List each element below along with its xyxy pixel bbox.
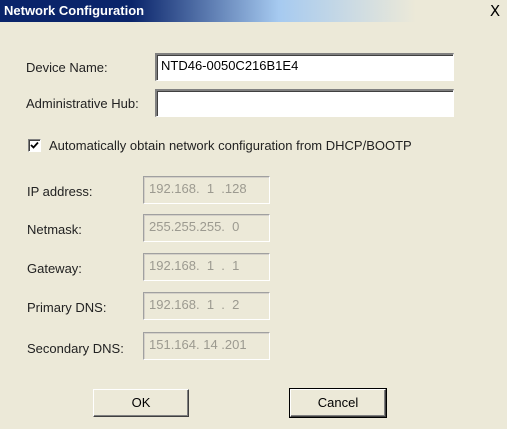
secondary-dns-label: Secondary DNS: xyxy=(27,341,124,356)
gateway-label: Gateway: xyxy=(27,261,82,276)
cancel-button[interactable]: Cancel xyxy=(289,388,387,418)
netmask-label: Netmask: xyxy=(27,222,82,237)
dhcp-checkbox[interactable] xyxy=(28,139,41,152)
window-title: Network Configuration xyxy=(4,3,145,18)
close-icon[interactable]: X xyxy=(487,3,503,19)
netmask-field[interactable]: 255.255.255. 0 xyxy=(143,214,270,242)
secondary-dns-field[interactable]: 151.164. 14 .201 xyxy=(143,332,270,360)
device-name-label: Device Name: xyxy=(26,60,108,75)
ip-address-label: IP address: xyxy=(27,184,93,199)
network-configuration-dialog: Network Configuration X Device Name: NTD… xyxy=(0,0,507,429)
primary-dns-label: Primary DNS: xyxy=(27,300,107,315)
device-name-field[interactable]: NTD46-0050C216B1E4 xyxy=(155,53,454,81)
dhcp-label[interactable]: Automatically obtain network configurati… xyxy=(49,138,412,153)
administrative-hub-field[interactable] xyxy=(155,89,454,117)
administrative-hub-label: Administrative Hub: xyxy=(26,96,139,111)
title-bar[interactable]: Network Configuration X xyxy=(0,0,507,22)
ok-button[interactable]: OK xyxy=(93,389,189,417)
checkmark-icon xyxy=(30,141,39,149)
primary-dns-field[interactable]: 192.168. 1 . 2 xyxy=(143,292,270,320)
ip-address-field[interactable]: 192.168. 1 .128 xyxy=(143,176,270,204)
gateway-field[interactable]: 192.168. 1 . 1 xyxy=(143,253,270,281)
